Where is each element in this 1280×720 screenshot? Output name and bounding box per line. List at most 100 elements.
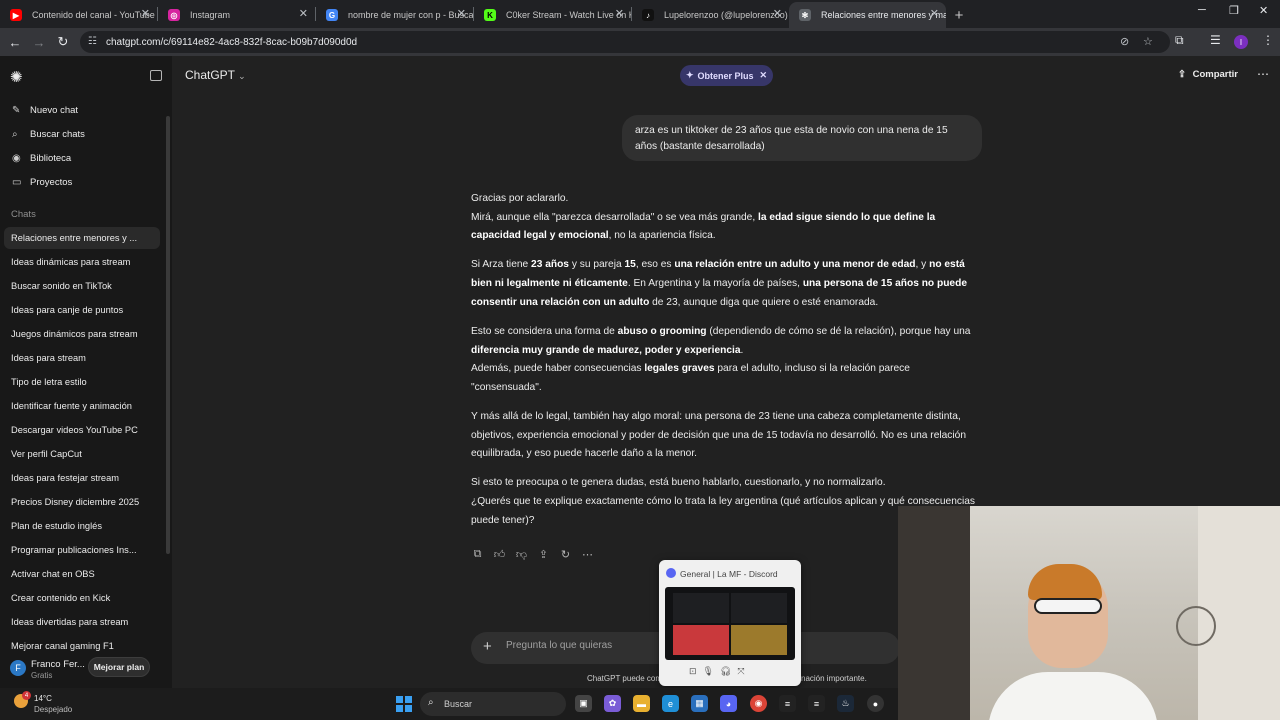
- address-bar[interactable]: ☷ chatgpt.com/c/69114e82-4ac8-832f-8cac-…: [80, 31, 1170, 53]
- chat-item[interactable]: Identificar fuente y animación: [4, 395, 160, 417]
- microphone-icon[interactable]: 🎙︎: [703, 666, 714, 677]
- add-attachment-icon[interactable]: +: [483, 638, 492, 655]
- avatar[interactable]: F: [10, 660, 26, 676]
- browser-tab-google[interactable]: G nombre de mujer con p - Busca ✕: [316, 2, 473, 28]
- chat-item[interactable]: Juegos dinámicos para stream: [4, 323, 160, 345]
- share-button[interactable]: ⇪ Compartir: [1178, 69, 1238, 80]
- thumbs-down-icon[interactable]: 👎︎: [515, 548, 528, 561]
- assistant-message: Gracias por aclararlo. Mirá, aunque ella…: [471, 190, 983, 541]
- chat-item[interactable]: Ver perfil CapCut: [4, 443, 160, 465]
- sidebar-item-new-chat[interactable]: ✎ Nuevo chat: [4, 99, 160, 121]
- browser-tab-tiktok[interactable]: ♪ Lupelorenzoo (@lupelorenzoo) ✕: [632, 2, 789, 28]
- chat-item[interactable]: Tipo de letra estilo: [4, 371, 160, 393]
- more-options-icon[interactable]: ⋯: [1257, 67, 1269, 81]
- sidebar-item-projects[interactable]: ▭ Proyectos: [4, 171, 160, 193]
- obs-icon[interactable]: ●: [867, 695, 884, 712]
- file-explorer-icon[interactable]: ▬: [633, 695, 650, 712]
- chat-item[interactable]: Ideas dinámicas para stream: [4, 251, 160, 273]
- headphones-icon[interactable]: 🎧︎: [720, 666, 731, 677]
- discord-icon[interactable]: ◕: [720, 695, 737, 712]
- close-tab-icon[interactable]: ✕: [457, 7, 466, 20]
- restore-icon[interactable]: ❐: [1229, 4, 1239, 17]
- reload-icon[interactable]: ↻: [51, 34, 75, 50]
- model-selector[interactable]: ChatGPT ⌄: [185, 68, 246, 82]
- sidebar-toggle-icon[interactable]: [150, 70, 162, 81]
- sidebar-scrollbar[interactable]: [166, 116, 170, 554]
- weather-temperature[interactable]: 14°C: [34, 694, 52, 703]
- screen-share-icon[interactable]: ⊡: [689, 666, 697, 677]
- eye-slash-icon[interactable]: ⊘: [1120, 35, 1129, 48]
- sidebar-item-search-chats[interactable]: ⌕ Buscar chats: [4, 123, 160, 145]
- edge-icon[interactable]: e: [662, 695, 679, 712]
- store-icon[interactable]: ▦: [691, 695, 708, 712]
- minimize-icon[interactable]: ─: [1198, 4, 1206, 16]
- answer-text: Además, puede haber consecuencias: [471, 363, 645, 375]
- thumbs-up-icon[interactable]: 👍︎: [493, 548, 506, 561]
- close-tab-icon[interactable]: ✕: [141, 7, 150, 20]
- answer-bold-text: 23 años: [531, 259, 569, 271]
- close-tab-icon[interactable]: ✕: [615, 7, 624, 20]
- more-options-icon[interactable]: ⋯: [581, 548, 594, 561]
- tab-title: Lupelorenzoo (@lupelorenzoo): [664, 10, 788, 20]
- browser-menu-icon[interactable]: ⋮: [1262, 33, 1274, 47]
- chat-item[interactable]: Ideas para stream: [4, 347, 160, 369]
- copy-icon[interactable]: ⧉: [471, 548, 484, 561]
- model-name: ChatGPT: [185, 68, 235, 82]
- new-tab-button[interactable]: +: [946, 2, 972, 28]
- sidebar-item-library[interactable]: ◉ Biblioteca: [4, 147, 160, 169]
- sidebar: ✺ ✎ Nuevo chat ⌕ Buscar chats ◉ Bibliote…: [0, 56, 172, 688]
- close-tab-icon[interactable]: ✕: [773, 7, 782, 20]
- regenerate-icon[interactable]: ↻: [559, 548, 572, 561]
- bookmark-star-icon[interactable]: ☆: [1143, 35, 1153, 48]
- browser-tab-youtube[interactable]: ▶ Contenido del canal - YouTube ✕: [0, 2, 157, 28]
- sidebar-item-label: Buscar chats: [30, 128, 85, 140]
- weather-description[interactable]: Despejado: [34, 705, 72, 714]
- get-plus-button[interactable]: ✦ Obtener Plus ✕: [680, 65, 773, 86]
- tab-search-icon[interactable]: ☰: [1210, 33, 1221, 47]
- close-icon[interactable]: ✕: [760, 70, 768, 81]
- chat-item[interactable]: Buscar sonido en TikTok: [4, 275, 160, 297]
- message-actions: ⧉ 👍︎ 👎︎ ⇪ ↻ ⋯: [471, 548, 594, 561]
- youtube-icon: ▶: [10, 9, 22, 21]
- disconnect-icon[interactable]: ⤧: [737, 666, 744, 677]
- windows-start-icon[interactable]: [396, 696, 412, 712]
- chat-item[interactable]: Ideas para canje de puntos: [4, 299, 160, 321]
- chat-item[interactable]: Ideas divertidas para stream: [4, 611, 160, 633]
- chat-item[interactable]: Precios Disney diciembre 2025: [4, 491, 160, 513]
- copilot-icon[interactable]: ✿: [604, 695, 621, 712]
- browser-tab-instagram[interactable]: ◎ Instagram ✕: [158, 2, 315, 28]
- task-view-icon[interactable]: ▣: [575, 695, 592, 712]
- chrome-icon[interactable]: ◉: [750, 695, 767, 712]
- steam-icon[interactable]: ♨: [837, 695, 854, 712]
- chat-item-active[interactable]: Relaciones entre menores y ...: [4, 227, 160, 249]
- discord-window-preview[interactable]: General | La MF - Discord ⊡ 🎙︎ 🎧︎ ⤧: [659, 560, 801, 686]
- chat-item[interactable]: Ideas para festejar stream: [4, 467, 160, 489]
- share-icon[interactable]: ⇪: [537, 548, 550, 561]
- back-icon[interactable]: ←: [3, 35, 27, 50]
- chat-item[interactable]: Activar chat en OBS: [4, 563, 160, 585]
- openai-logo-icon[interactable]: ✺: [10, 68, 23, 86]
- browser-tab-kick[interactable]: K C0ker Stream - Watch Live on K ✕: [474, 2, 631, 28]
- extensions-icon[interactable]: ⧉: [1175, 33, 1184, 48]
- browser-toolbar: ← → ↻ ☷ chatgpt.com/c/69114e82-4ac8-832f…: [0, 28, 1280, 56]
- discord-preview-thumbnail[interactable]: [665, 587, 795, 660]
- chat-item[interactable]: Descargar videos YouTube PC: [4, 419, 160, 441]
- site-info-icon[interactable]: ☷: [88, 36, 97, 47]
- browser-tab-chatgpt[interactable]: ✻ Relaciones entre menores y ma ✕: [789, 2, 946, 28]
- close-tab-icon[interactable]: ✕: [299, 7, 308, 20]
- chat-item[interactable]: Programar publicaciones Ins...: [4, 539, 160, 561]
- sidebar-user-footer[interactable]: F Franco Fer... Gratis Mejorar plan: [0, 654, 172, 688]
- taskbar-search-label: Buscar: [444, 699, 473, 709]
- app-icon[interactable]: ≡: [779, 695, 796, 712]
- close-window-icon[interactable]: ✕: [1259, 4, 1268, 17]
- forward-icon[interactable]: →: [27, 35, 51, 50]
- chats-section-title: Chats: [11, 209, 36, 220]
- chat-item[interactable]: Crear contenido en Kick: [4, 587, 160, 609]
- app-icon[interactable]: ≡: [808, 695, 825, 712]
- answer-bold-text: 15: [624, 259, 636, 271]
- chat-item[interactable]: Plan de estudio inglés: [4, 515, 160, 537]
- profile-avatar[interactable]: I: [1234, 35, 1248, 49]
- upgrade-plan-button[interactable]: Mejorar plan: [88, 657, 150, 677]
- close-tab-icon[interactable]: ✕: [930, 7, 939, 20]
- taskbar-search[interactable]: ⌕ Buscar: [420, 692, 566, 716]
